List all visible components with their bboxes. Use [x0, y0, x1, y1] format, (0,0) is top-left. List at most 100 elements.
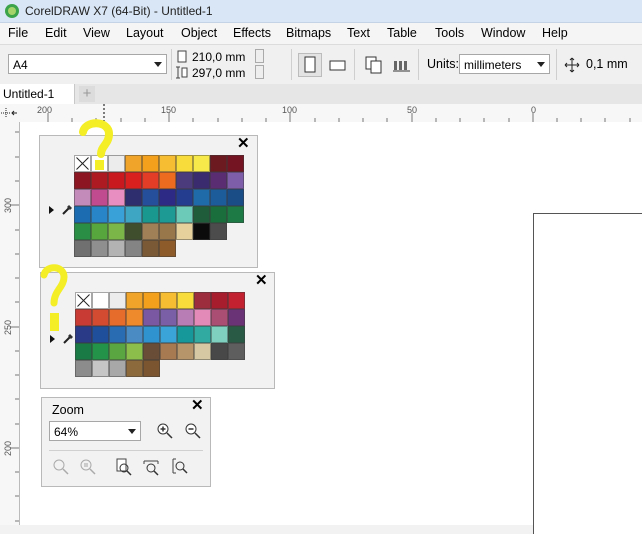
color-swatch[interactable] [159, 155, 176, 172]
color-swatch[interactable] [210, 223, 227, 240]
color-swatch[interactable] [91, 223, 108, 240]
ruler-origin[interactable] [0, 104, 21, 123]
color-swatch[interactable] [211, 292, 228, 309]
color-swatch[interactable] [159, 189, 176, 206]
zoom-out-button[interactable] [184, 422, 202, 440]
width-spinner[interactable] [255, 49, 264, 63]
color-swatch[interactable] [176, 172, 193, 189]
color-swatch[interactable] [142, 206, 159, 223]
color-swatch[interactable] [109, 309, 126, 326]
eyedropper-icon[interactable] [61, 202, 75, 216]
page-height-field[interactable]: 297,0 mm [176, 65, 264, 81]
zoom-docker[interactable]: Zoom ✕ 64% [41, 397, 211, 487]
flyout-arrow-icon[interactable] [49, 206, 54, 214]
color-swatch[interactable] [228, 292, 245, 309]
zoom-all-button[interactable] [79, 458, 97, 476]
color-swatch[interactable] [143, 292, 160, 309]
color-swatch[interactable] [74, 206, 91, 223]
color-swatch[interactable] [91, 240, 108, 257]
color-swatch[interactable] [109, 360, 126, 377]
color-palette-docker-2[interactable]: ✕ [40, 272, 275, 389]
current-page-button[interactable] [390, 53, 414, 77]
color-swatch[interactable] [126, 309, 143, 326]
zoom-level-select[interactable]: 64% [49, 421, 141, 441]
color-swatch[interactable] [126, 343, 143, 360]
color-swatch[interactable] [142, 223, 159, 240]
color-swatch[interactable] [92, 360, 109, 377]
menu-window[interactable]: Window [481, 26, 525, 40]
color-swatch[interactable] [194, 326, 211, 343]
tab-untitled-1[interactable]: Untitled-1 [0, 84, 75, 104]
menu-view[interactable]: View [83, 26, 110, 40]
menu-bitmaps[interactable]: Bitmaps [286, 26, 331, 40]
color-swatch[interactable] [125, 240, 142, 257]
color-swatch[interactable] [193, 206, 210, 223]
color-swatch[interactable] [160, 326, 177, 343]
color-swatch[interactable] [211, 343, 228, 360]
color-swatch[interactable] [159, 223, 176, 240]
color-swatch[interactable] [92, 309, 109, 326]
color-swatch[interactable] [211, 326, 228, 343]
landscape-button[interactable] [326, 53, 350, 77]
color-swatch[interactable] [125, 172, 142, 189]
color-swatch[interactable] [92, 326, 109, 343]
color-swatch[interactable] [177, 292, 194, 309]
color-swatch[interactable] [160, 343, 177, 360]
color-swatch[interactable] [159, 206, 176, 223]
color-swatch[interactable] [176, 189, 193, 206]
color-swatch[interactable] [176, 155, 193, 172]
color-swatch[interactable] [227, 206, 244, 223]
color-swatch[interactable] [143, 360, 160, 377]
color-swatch[interactable] [75, 326, 92, 343]
color-swatch[interactable] [194, 343, 211, 360]
portrait-button[interactable] [298, 53, 322, 77]
color-swatch[interactable] [109, 326, 126, 343]
color-swatch[interactable] [125, 189, 142, 206]
color-swatch[interactable] [177, 309, 194, 326]
color-swatch[interactable] [75, 343, 92, 360]
color-swatch[interactable] [176, 206, 193, 223]
color-swatch[interactable] [125, 223, 142, 240]
color-swatch[interactable] [142, 189, 159, 206]
menu-edit[interactable]: Edit [45, 26, 67, 40]
color-swatch[interactable] [75, 309, 92, 326]
color-swatch[interactable] [193, 223, 210, 240]
close-icon[interactable]: ✕ [237, 136, 250, 151]
color-swatch[interactable] [211, 309, 228, 326]
color-swatch[interactable] [159, 240, 176, 257]
color-swatch[interactable] [193, 172, 210, 189]
color-swatch[interactable] [75, 360, 92, 377]
color-swatch[interactable] [194, 309, 211, 326]
page-size-select[interactable]: A4 [8, 54, 167, 74]
color-swatch[interactable] [210, 155, 227, 172]
color-swatch[interactable] [228, 343, 245, 360]
page-width-field[interactable]: 210,0 mm [176, 49, 264, 65]
menu-file[interactable]: File [8, 26, 28, 40]
units-select[interactable]: millimeters [459, 54, 550, 74]
color-swatch[interactable] [92, 343, 109, 360]
menu-layout[interactable]: Layout [126, 26, 164, 40]
color-swatch[interactable] [74, 240, 91, 257]
color-swatch[interactable] [126, 360, 143, 377]
color-swatch[interactable] [143, 343, 160, 360]
color-swatch[interactable] [210, 189, 227, 206]
color-swatch[interactable] [210, 172, 227, 189]
color-swatch[interactable] [193, 155, 210, 172]
color-swatch[interactable] [91, 206, 108, 223]
color-swatch[interactable] [108, 223, 125, 240]
color-swatch[interactable] [227, 172, 244, 189]
menu-tools[interactable]: Tools [435, 26, 464, 40]
color-palette-docker-1[interactable]: ✕ [39, 135, 258, 268]
color-swatch[interactable] [194, 292, 211, 309]
color-swatch[interactable] [228, 309, 245, 326]
close-icon[interactable]: ✕ [191, 398, 204, 413]
menu-effects[interactable]: Effects [233, 26, 271, 40]
color-swatch[interactable] [142, 240, 159, 257]
color-swatch[interactable] [108, 206, 125, 223]
color-swatch[interactable] [160, 292, 177, 309]
color-swatch[interactable] [126, 292, 143, 309]
color-swatch[interactable] [142, 172, 159, 189]
color-swatch[interactable] [177, 326, 194, 343]
nudge-value[interactable]: 0,1 mm [586, 57, 628, 71]
color-swatch[interactable] [193, 189, 210, 206]
